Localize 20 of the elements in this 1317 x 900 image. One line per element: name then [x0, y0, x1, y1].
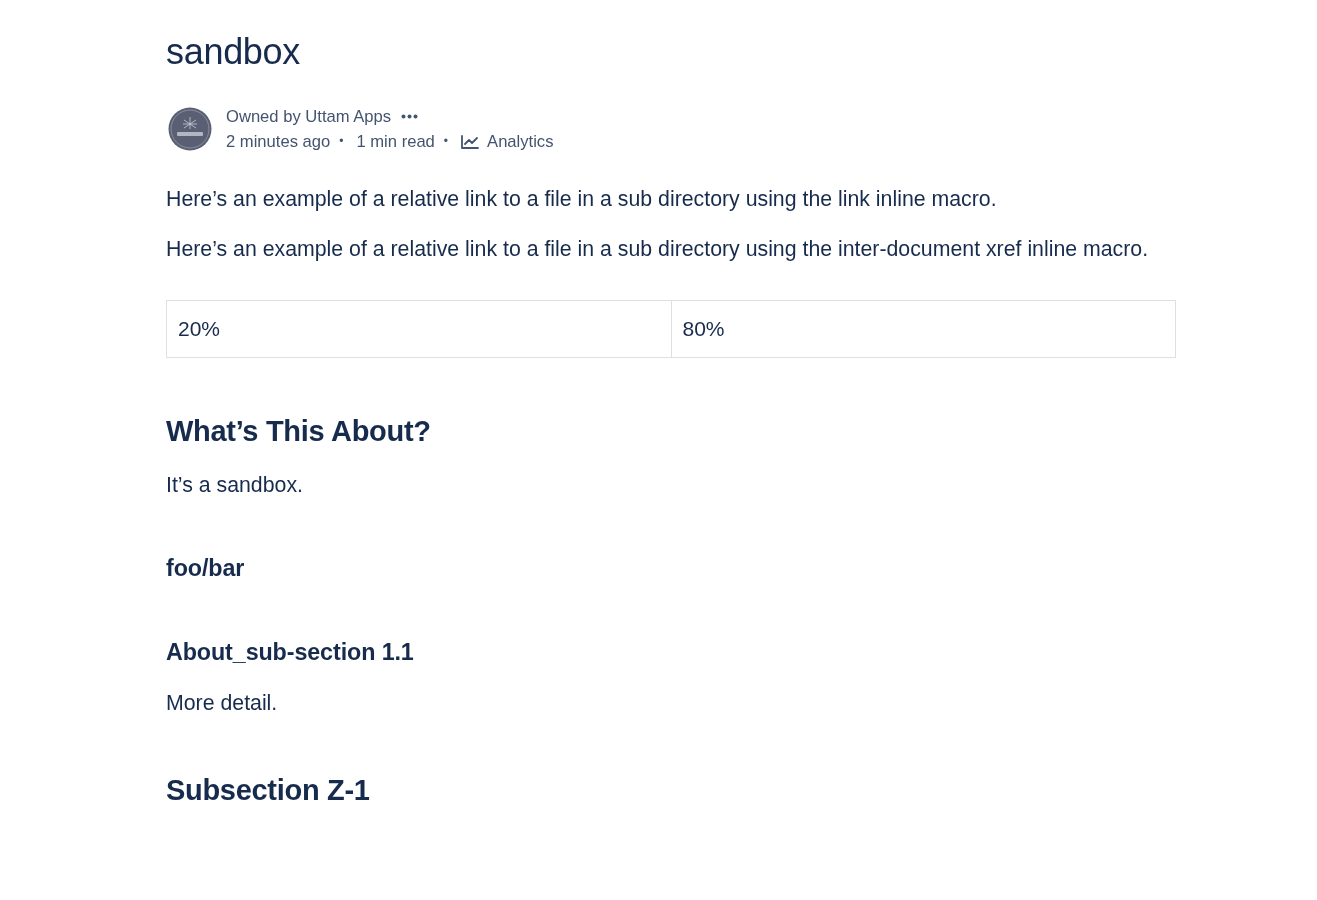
paragraph: It’s a sandbox. [166, 472, 304, 499]
paragraph: More detail. [166, 690, 279, 717]
separator-dot: • [339, 133, 344, 150]
paragraph: Here’s an example of a relative link to a file in a sub directory using the inter-document xref inline macro. [166, 236, 1150, 263]
paragraph: Here’s an example of a relative link to a file in a sub directory using the link inline macro. [166, 186, 998, 213]
subsection-heading: foo/bar [166, 554, 246, 583]
page-title: sandbox [166, 30, 301, 74]
avatar-icon [168, 107, 212, 151]
line-chart-icon [461, 134, 480, 149]
more-icon[interactable] [401, 114, 419, 119]
analytics-link[interactable]: Analytics [461, 131, 554, 152]
table-cell: 20% [166, 300, 671, 358]
section-heading: What’s This About? [166, 414, 432, 449]
section-heading: Subsection Z-1 [166, 773, 371, 808]
owner-text: Owned by Uttam Apps [226, 106, 392, 127]
meta-text: 1 min read [356, 131, 435, 152]
separator-dot: • [443, 133, 449, 150]
table-cell: 80% [671, 300, 1176, 358]
meta-text: 2 minutes ago [226, 131, 331, 152]
subsection-heading: About_sub-section 1.1 [166, 638, 415, 667]
